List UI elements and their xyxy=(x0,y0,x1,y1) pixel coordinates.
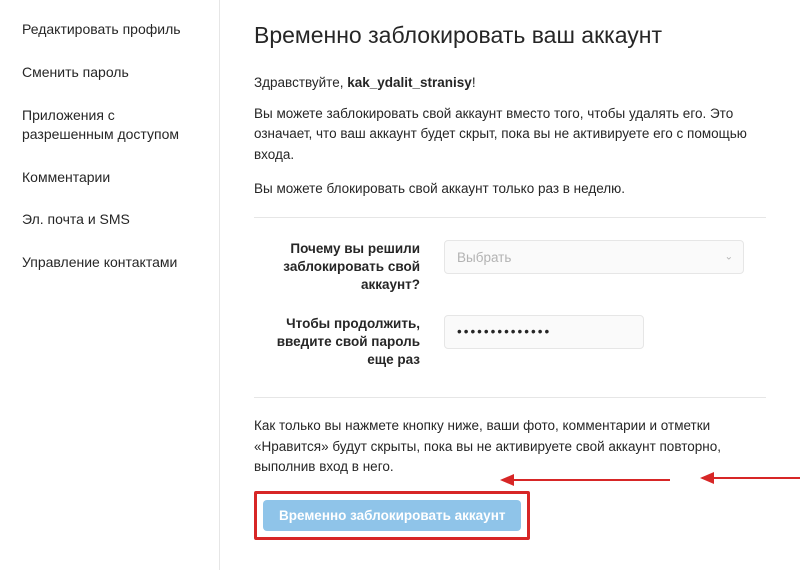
info-paragraph-1: Вы можете заблокировать свой аккаунт вме… xyxy=(254,104,766,165)
sidebar-item-edit-profile[interactable]: Редактировать профиль xyxy=(0,8,219,51)
password-row: Чтобы продолжить, введите свой пароль ещ… xyxy=(254,315,766,370)
password-label: Чтобы продолжить, введите свой пароль ещ… xyxy=(254,315,444,370)
reason-label: Почему вы решили заблокировать свой акка… xyxy=(254,240,444,295)
divider xyxy=(254,397,766,398)
page-title: Временно заблокировать ваш аккаунт xyxy=(254,22,766,49)
greet-username: kak_ydalit_stranisy xyxy=(347,75,472,90)
reason-row: Почему вы решили заблокировать свой акка… xyxy=(254,240,766,295)
sidebar-item-change-password[interactable]: Сменить пароль xyxy=(0,51,219,94)
sidebar-item-authorized-apps[interactable]: Приложения с разрешенным доступом xyxy=(0,94,219,156)
settings-sidebar: Редактировать профиль Сменить пароль При… xyxy=(0,0,220,570)
greet-prefix: Здравствуйте, xyxy=(254,75,347,90)
annotation-highlight-box: Временно заблокировать аккаунт xyxy=(254,491,530,540)
sidebar-item-comments[interactable]: Комментарии xyxy=(0,156,219,199)
disable-account-button[interactable]: Временно заблокировать аккаунт xyxy=(263,500,521,531)
reason-select[interactable]: Выбрать ⌄ xyxy=(444,240,744,274)
greet-suffix: ! xyxy=(472,75,476,90)
confirm-paragraph: Как только вы нажмете кнопку ниже, ваши … xyxy=(254,416,766,477)
reason-select-placeholder: Выбрать xyxy=(457,250,511,265)
password-input[interactable] xyxy=(444,315,644,349)
main-content: Временно заблокировать ваш аккаунт Здрав… xyxy=(220,0,800,570)
sidebar-item-email-sms[interactable]: Эл. почта и SMS xyxy=(0,198,219,241)
divider xyxy=(254,217,766,218)
chevron-down-icon: ⌄ xyxy=(725,252,733,263)
sidebar-item-manage-contacts[interactable]: Управление контактами xyxy=(0,241,219,284)
info-paragraph-2: Вы можете блокировать свой аккаунт тольк… xyxy=(254,179,766,199)
greeting-line: Здравствуйте, kak_ydalit_stranisy! xyxy=(254,75,766,90)
